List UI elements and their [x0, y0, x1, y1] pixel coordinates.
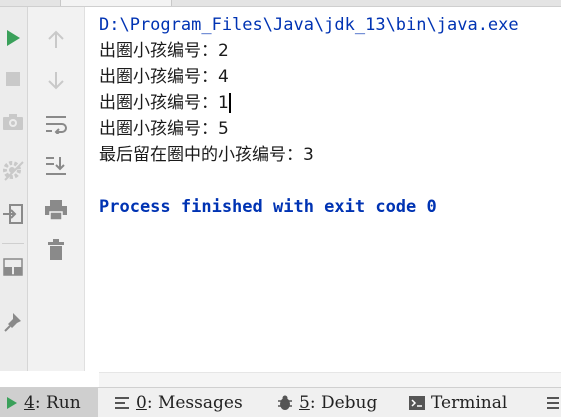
exit-icon[interactable]: [1, 201, 25, 227]
bug-icon: [277, 395, 293, 411]
output-line: 出圈小孩编号：2: [99, 41, 229, 61]
trash-icon[interactable]: [44, 237, 68, 263]
tab-terminal[interactable]: Terminal: [409, 388, 507, 417]
output-line: 出圈小孩编号：4: [99, 67, 229, 87]
run-icon[interactable]: [3, 27, 23, 49]
tab-debug[interactable]: 5: Debug: [277, 388, 377, 417]
settings-disabled-icon[interactable]: [1, 157, 25, 183]
exit-message: Process finished with exit code 0: [99, 197, 437, 217]
arrow-down-icon[interactable]: [44, 69, 68, 93]
text-caret: [228, 93, 231, 113]
tab-debug-key: 5: [299, 392, 310, 413]
tab-run-label: : Run: [34, 392, 81, 413]
tab-messages-label: : Messages: [146, 392, 243, 413]
pin-icon[interactable]: [1, 309, 25, 335]
print-icon[interactable]: [43, 197, 69, 223]
tab-terminal-label: Terminal: [431, 392, 508, 413]
terminal-icon: [409, 395, 425, 410]
camera-icon[interactable]: [1, 111, 25, 133]
tab-debug-label: : Debug: [309, 392, 378, 413]
stop-icon[interactable]: [3, 69, 23, 89]
console-toolbar: [28, 7, 85, 371]
console-output[interactable]: D:\Program_Files\Java\jdk_13\bin\java.ex…: [99, 12, 561, 372]
more-tools-icon[interactable]: [546, 388, 561, 417]
arrow-up-icon[interactable]: [44, 27, 68, 51]
tool-window-bar: 4: Run 0: Messages 5: Debug Terminal: [0, 387, 561, 417]
tab-run-key: 4: [24, 392, 35, 413]
run-toolbar-left: [0, 7, 28, 371]
horizontal-scrollbar[interactable]: [99, 372, 561, 387]
output-line: 出圈小孩编号：5: [99, 119, 229, 139]
messages-icon: [114, 396, 130, 410]
output-line-text: 出圈小孩编号：1: [99, 93, 229, 113]
top-tab-strip: [0, 0, 561, 7]
editor-tab-edge[interactable]: [60, 0, 172, 6]
tab-messages[interactable]: 0: Messages: [114, 388, 243, 417]
output-line: 最后留在圈中的小孩编号：3: [99, 145, 314, 165]
layout-icon[interactable]: [1, 255, 25, 279]
tab-messages-key: 0: [136, 392, 147, 413]
output-line-with-caret: 出圈小孩编号：1: [99, 90, 561, 116]
soft-wrap-icon[interactable]: [43, 111, 69, 137]
tab-run[interactable]: 4: Run: [0, 388, 98, 417]
run-tab-icon: [6, 396, 18, 410]
scroll-to-end-icon[interactable]: [43, 153, 69, 179]
command-line: D:\Program_Files\Java\jdk_13\bin\java.ex…: [99, 15, 519, 35]
